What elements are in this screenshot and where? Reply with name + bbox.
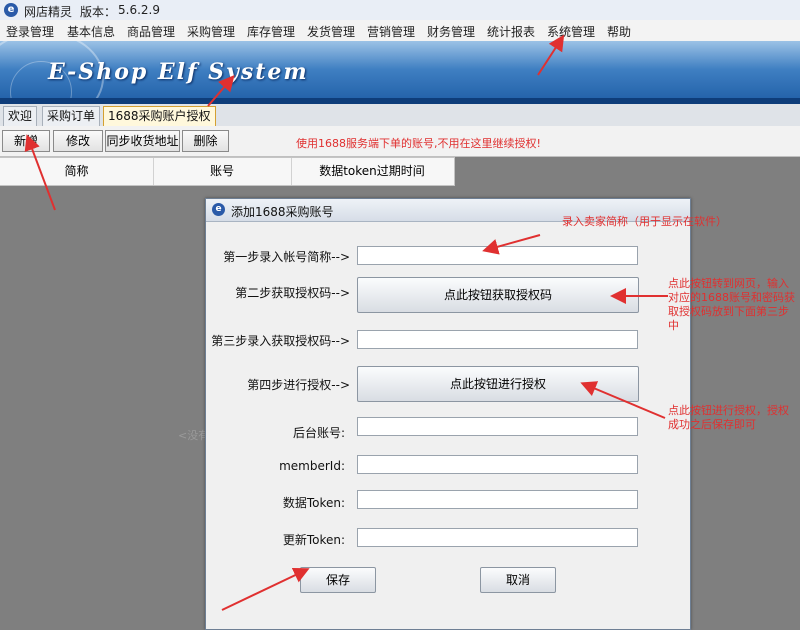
delete-button[interactable]: 删除 bbox=[182, 130, 229, 152]
data-token-field[interactable] bbox=[357, 490, 638, 509]
backend-account-label: 后台账号: bbox=[292, 426, 345, 440]
member-id-label: memberId: bbox=[279, 459, 345, 473]
account-name-input[interactable] bbox=[357, 246, 638, 265]
app-logo-icon: e bbox=[4, 3, 18, 17]
annotation-seller-name: 录入卖家简称（用于显示在软件） bbox=[562, 215, 727, 228]
banner-logo-text: E-Shop Elf System bbox=[48, 59, 309, 85]
menu-products[interactable]: 商品管理 bbox=[127, 23, 175, 40]
authorize-button[interactable]: 点此按钮进行授权 bbox=[357, 366, 639, 402]
version-number: 5.6.2.9 bbox=[118, 3, 160, 17]
toolbar: 新增 修改 同步收货地址 删除 使用1688服务端下单的账号,不用在这里继续授权… bbox=[0, 126, 800, 157]
auth-code-input[interactable] bbox=[357, 330, 638, 349]
annotation-get-code: 点此按钮转到网页，输入对应的1688账号和密码获取授权码放到下面第三步中 bbox=[668, 277, 795, 332]
toolbar-notice: 使用1688服务端下单的账号,不用在这里继续授权! bbox=[296, 137, 541, 150]
add-button[interactable]: 新增 bbox=[2, 130, 50, 152]
grid-header: 简称 账号 数据token过期时间 bbox=[0, 157, 455, 186]
title-bar: e 网店精灵 版本： 5.6.2.9 bbox=[0, 0, 800, 21]
menu-purchasing[interactable]: 采购管理 bbox=[187, 23, 235, 40]
annotation-authorize: 点此按钮进行授权，授权成功之后保存即可 bbox=[668, 404, 789, 431]
step1-label: 第一步录入帐号简称--> bbox=[223, 250, 350, 264]
menu-bar: 登录管理 基本信息 商品管理 采购管理 库存管理 发货管理 营销管理 财务管理 … bbox=[0, 20, 800, 42]
tab-purchase-orders[interactable]: 采购订单 bbox=[42, 106, 101, 126]
get-auth-code-button[interactable]: 点此按钮获取授权码 bbox=[357, 277, 639, 313]
column-header-account[interactable]: 账号 bbox=[153, 158, 292, 185]
step2-label: 第二步获取授权码--> bbox=[235, 286, 350, 300]
menu-marketing[interactable]: 营销管理 bbox=[367, 23, 415, 40]
menu-inventory[interactable]: 库存管理 bbox=[247, 23, 295, 40]
save-button[interactable]: 保存 bbox=[300, 567, 376, 593]
data-token-label: 数据Token: bbox=[282, 496, 345, 510]
tab-1688-account-auth[interactable]: 1688采购账户授权 bbox=[103, 106, 216, 126]
menu-finance[interactable]: 财务管理 bbox=[427, 23, 475, 40]
version-label: 版本： bbox=[80, 5, 117, 19]
menu-shipping[interactable]: 发货管理 bbox=[307, 23, 355, 40]
column-header-token-expiry[interactable]: 数据token过期时间 bbox=[291, 158, 453, 185]
app-logo-icon: e bbox=[212, 203, 225, 216]
menu-system[interactable]: 系统管理 bbox=[547, 23, 595, 40]
menu-help[interactable]: 帮助 bbox=[607, 23, 631, 40]
step4-label: 第四步进行授权--> bbox=[247, 378, 350, 392]
refresh-token-label: 更新Token: bbox=[282, 533, 345, 547]
menu-basic-info[interactable]: 基本信息 bbox=[67, 23, 115, 40]
column-header-name[interactable]: 简称 bbox=[0, 158, 154, 185]
refresh-token-field[interactable] bbox=[357, 528, 638, 547]
dialog-title: 添加1688采购账号 bbox=[231, 205, 334, 219]
tab-welcome[interactable]: 欢迎 bbox=[3, 106, 38, 126]
tab-bar: 欢迎 采购订单 1688采购账户授权 bbox=[0, 104, 800, 127]
menu-reports[interactable]: 统计报表 bbox=[487, 23, 535, 40]
add-account-dialog: e 添加1688采购账号 第一步录入帐号简称--> 第二步获取授权码--> 点此… bbox=[205, 198, 691, 630]
banner: E-Shop Elf System bbox=[0, 41, 800, 104]
edit-button[interactable]: 修改 bbox=[53, 130, 103, 152]
app-title: 网店精灵 bbox=[24, 5, 73, 19]
backend-account-field[interactable] bbox=[357, 417, 638, 436]
cancel-button[interactable]: 取消 bbox=[480, 567, 556, 593]
sync-address-button[interactable]: 同步收货地址 bbox=[105, 130, 180, 152]
step3-label: 第三步录入获取授权码--> bbox=[211, 334, 350, 348]
menu-login[interactable]: 登录管理 bbox=[6, 23, 54, 40]
member-id-field[interactable] bbox=[357, 455, 638, 474]
